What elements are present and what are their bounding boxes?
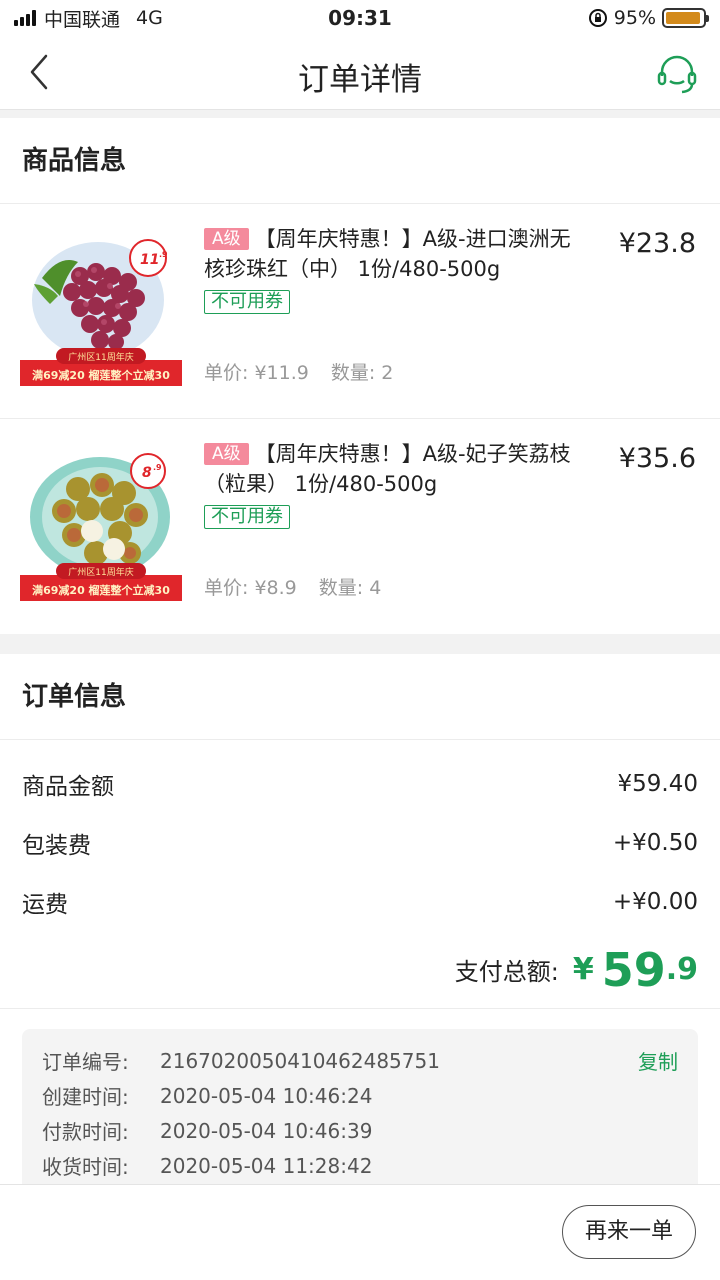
order-section-title: 订单信息 (0, 654, 720, 740)
item-price: ¥23.8 (618, 228, 696, 259)
shipping-fee-label: 运费 (22, 891, 68, 918)
battery-level (666, 12, 701, 24)
goods-amount-value: ¥59.40 (617, 770, 698, 797)
total-row: 支付总额: ¥ 59 .9 (0, 931, 720, 1009)
lychee-product-image: 8 .9 广州区11周年庆 满69减20 榴莲整个立减30 (20, 449, 182, 603)
received-time-value: 2020-05-04 11:28:42 (160, 1153, 373, 1178)
signal-icon (14, 10, 36, 26)
coupon-tag: 不可用券 (204, 505, 290, 529)
item-title: 【周年庆特惠！】A级-进口澳洲无核珍珠红（中） 1份/480-500g (204, 227, 571, 281)
headset-icon[interactable] (654, 50, 700, 96)
item-name: A级 【周年庆特惠！】A级-进口澳洲无核珍珠红（中） 1份/480-500g (204, 224, 584, 284)
lychee-price-tag: 8 (142, 465, 152, 481)
shipping-fee-value: +¥0.00 (612, 888, 698, 915)
page-title: 订单详情 (298, 62, 422, 98)
nav-header: 订单详情 (0, 36, 720, 110)
total-amount: 59 (601, 942, 666, 997)
paid-time-value: 2020-05-04 10:46:39 (160, 1118, 373, 1143)
created-time-value: 2020-05-04 10:46:24 (160, 1083, 373, 1108)
created-time-row: 创建时间: 2020-05-04 10:46:24 (42, 1078, 678, 1113)
order-section: 订单信息 商品金额 ¥59.40 包装费 +¥0.50 运费 +¥0.00 支付… (0, 654, 720, 1229)
status-left: 中国联通 4G (14, 5, 163, 32)
packing-fee-row: 包装费 +¥0.50 (0, 813, 720, 872)
total-currency: ¥ (572, 952, 594, 987)
shipping-fee-row: 运费 +¥0.00 (0, 872, 720, 931)
battery-icon (662, 8, 709, 28)
received-time-label: 收货时间: (42, 1155, 129, 1179)
goods-amount-row: 商品金额 ¥59.40 (0, 754, 720, 813)
item-meta: 单价: ¥8.9 数量: 4 (204, 573, 381, 600)
orientation-lock-icon (588, 9, 607, 27)
item-title: 【周年庆特惠！】A级-妃子笑荔枝（粒果） 1份/480-500g (204, 442, 571, 496)
status-right: 95% (588, 7, 709, 29)
bottom-action-bar: 再来一单 (0, 1184, 720, 1280)
created-time-label: 创建时间: (42, 1085, 129, 1109)
grape-banner-title: 广州区11周年庆 (68, 351, 133, 363)
battery-percent: 95% (613, 7, 656, 29)
goods-section-title: 商品信息 (0, 118, 720, 204)
order-number-row: 订单编号: 21670200504104624857​51 复制 (42, 1043, 678, 1078)
item-price: ¥35.6 (618, 443, 696, 474)
unit-price: 单价: ¥8.9 (204, 577, 297, 599)
grape-price-tag-decimal: .9 (159, 250, 168, 259)
chevron-left-icon[interactable] (20, 50, 64, 94)
total-label: 支付总额: (454, 958, 559, 986)
quantity: 数量: 2 (330, 362, 394, 384)
lychee-banner-title: 广州区11周年庆 (68, 566, 133, 578)
packing-fee-label: 包装费 (22, 832, 91, 859)
item-meta: 单价: ¥11.9 数量: 2 (204, 358, 393, 385)
goods-amount-label: 商品金额 (22, 773, 114, 800)
grade-badge: A级 (204, 443, 249, 465)
paid-time-label: 付款时间: (42, 1120, 129, 1144)
received-time-row: 收货时间: 2020-05-04 11:28:42 (42, 1148, 678, 1183)
goods-section: 商品信息 11 .9 广州区11周年庆 满69减20 榴莲整个立减30 A级 【… (0, 118, 720, 634)
quantity: 数量: 4 (318, 577, 382, 599)
grape-banner-text: 满69减20 榴莲整个立减30 (32, 368, 170, 382)
order-item[interactable]: 11 .9 广州区11周年庆 满69减20 榴莲整个立减30 A级 【周年庆特惠！… (0, 204, 720, 419)
unit-price: 单价: ¥11.9 (204, 362, 309, 384)
lychee-price-tag-decimal: .9 (153, 463, 162, 472)
total-amount-decimal: .9 (665, 952, 698, 987)
grape-price-tag: 11 (140, 252, 159, 268)
grade-badge: A级 (204, 228, 249, 250)
order-number-label: 订单编号: (42, 1050, 129, 1074)
grape-product-image: 11 .9 广州区11周年庆 满69减20 榴莲整个立减30 (20, 234, 182, 388)
network-label: 4G (136, 7, 163, 29)
packing-fee-value: +¥0.50 (612, 829, 698, 856)
lychee-banner-text: 满69减20 榴莲整个立减30 (32, 583, 170, 597)
reorder-button[interactable]: 再来一单 (562, 1205, 696, 1259)
carrier-label: 中国联通 (44, 8, 121, 31)
order-item[interactable]: 8 .9 广州区11周年庆 满69减20 榴莲整个立减30 A级 【周年庆特惠！】… (0, 419, 720, 634)
coupon-tag: 不可用券 (204, 290, 290, 314)
item-name: A级 【周年庆特惠！】A级-妃子笑荔枝（粒果） 1份/480-500g (204, 439, 584, 499)
status-bar: 中国联通 4G 09:31 95% (0, 0, 720, 36)
copy-button[interactable]: 复制 (638, 1046, 678, 1075)
order-number-value: 21670200504104624857​51 (160, 1048, 440, 1073)
paid-time-row: 付款时间: 2020-05-04 10:46:39 (42, 1113, 678, 1148)
